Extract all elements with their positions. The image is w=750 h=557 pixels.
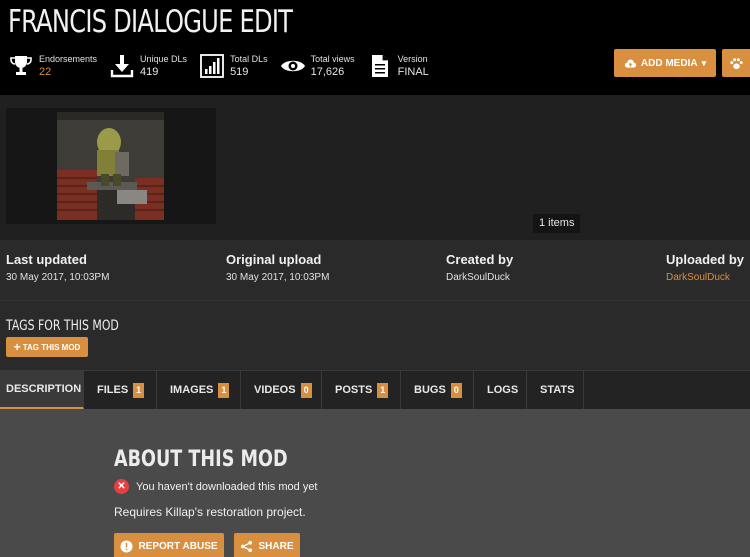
eye-icon: [280, 60, 305, 72]
mod-stats: Endorsements 22 Unique DLs 419 Total DLs…: [8, 51, 441, 81]
paw-menu-button[interactable]: [722, 49, 750, 77]
stat-label: Endorsements: [39, 53, 98, 64]
mod-title: FRANCIS DIALOGUE EDIT: [8, 4, 293, 40]
meta-value: 30 May 2017, 10:03PM: [6, 272, 110, 283]
chevron-down-icon: ▾: [701, 57, 707, 68]
stat-label: Unique DLs: [140, 53, 188, 64]
tab-bugs[interactable]: BUGS 0: [401, 371, 474, 409]
mod-image-thumbnail[interactable]: [57, 112, 164, 220]
paw-icon: [729, 57, 743, 69]
gallery-items-count: 1 items: [533, 214, 581, 233]
tab-count-badge: 0: [300, 382, 312, 398]
tab-videos[interactable]: VIDEOS 0: [241, 371, 322, 409]
uploader-link[interactable]: DarkSoulDuck: [666, 272, 744, 283]
warning-circle-icon: [120, 539, 133, 553]
tab-label: VIDEOS: [254, 384, 296, 396]
mod-meta-info: Last updated 30 May 2017, 10:03PM Origin…: [0, 240, 750, 300]
stat-endorsements: Endorsements 22: [8, 51, 97, 81]
stat-value: 17,626: [310, 65, 345, 78]
share-button[interactable]: SHARE: [234, 533, 300, 557]
tab-count-badge: 1: [133, 382, 145, 398]
stat-label: Version: [397, 53, 428, 64]
description-content: ABOUT THIS MOD ✕ You haven't downloaded …: [0, 409, 750, 557]
tab-count-badge: 1: [218, 382, 230, 398]
tab-label: STATS: [540, 384, 575, 396]
stat-value[interactable]: 22: [39, 65, 97, 79]
tab-logs[interactable]: LOGS: [474, 371, 527, 409]
tab-label: POSTS: [335, 384, 373, 396]
mod-tabs: DESCRIPTION FILES 1 IMAGES 1 VIDEOS 0 PO…: [0, 370, 750, 409]
description-body: Requires Killap's restoration project.: [114, 505, 306, 519]
tab-count-badge: 1: [377, 382, 389, 398]
meta-value: DarkSoulDuck: [446, 272, 510, 283]
meta-label: Last updated: [6, 252, 87, 267]
tab-label: DESCRIPTION: [6, 383, 82, 395]
stat-value: 419: [140, 65, 159, 78]
meta-label: Created by: [446, 252, 514, 267]
cloud-upload-icon: [624, 58, 637, 68]
tab-label: IMAGES: [170, 384, 214, 396]
add-media-button[interactable]: ADD MEDIA ▾: [614, 49, 716, 77]
tab-files[interactable]: FILES 1: [84, 371, 157, 409]
media-gallery: 1 items: [0, 95, 750, 240]
tag-button-label: TAG THIS MOD: [22, 342, 81, 352]
plus-icon: +: [13, 340, 21, 354]
tab-posts[interactable]: POSTS 1: [322, 371, 401, 409]
stat-value: 519: [230, 65, 249, 78]
gallery-thumbnail-frame: [6, 108, 216, 224]
tags-section: TAGS FOR THIS MOD + TAG THIS MOD: [0, 300, 750, 370]
meta-value: 30 May 2017, 10:03PM: [226, 272, 330, 283]
stat-total-views: Total views 17,626: [280, 51, 355, 81]
stat-value: FINAL: [397, 65, 429, 78]
meta-label: Original upload: [226, 252, 322, 267]
tab-label: BUGS: [414, 384, 446, 396]
download-notice: ✕ You haven't downloaded this mod yet: [114, 479, 318, 494]
add-media-label: ADD MEDIA: [640, 57, 698, 69]
tab-stats[interactable]: STATS: [527, 371, 584, 409]
tags-title: TAGS FOR THIS MOD: [6, 318, 119, 334]
document-icon: [371, 55, 388, 77]
share-label: SHARE: [258, 540, 294, 552]
tab-images[interactable]: IMAGES 1: [157, 371, 241, 409]
meta-uploaded-by: Uploaded by DarkSoulDuck: [666, 252, 744, 283]
bar-chart-icon: [200, 54, 224, 78]
about-title: ABOUT THIS MOD: [114, 447, 288, 472]
report-abuse-label: REPORT ABUSE: [138, 540, 218, 552]
tab-label: LOGS: [487, 384, 519, 396]
tab-count-badge: 0: [450, 382, 462, 398]
tab-label: FILES: [97, 384, 129, 396]
tab-description[interactable]: DESCRIPTION: [0, 371, 84, 409]
meta-created-by: Created by DarkSoulDuck: [446, 252, 513, 283]
error-x-icon: ✕: [114, 479, 129, 494]
mod-header: FRANCIS DIALOGUE EDIT Endorsements 22 Un…: [0, 0, 750, 95]
download-icon: [110, 55, 134, 78]
report-abuse-button[interactable]: REPORT ABUSE: [114, 533, 224, 557]
meta-label: Uploaded by: [666, 252, 745, 267]
share-icon: [241, 540, 253, 552]
download-notice-text: You haven't downloaded this mod yet: [136, 480, 318, 493]
stat-version: Version FINAL: [367, 51, 429, 81]
stat-label: Total DLs: [230, 53, 268, 64]
tag-this-mod-button[interactable]: + TAG THIS MOD: [6, 337, 88, 357]
stat-unique-dls: Unique DLs 419: [109, 51, 187, 81]
meta-last-updated: Last updated 30 May 2017, 10:03PM: [6, 252, 109, 283]
stat-total-dls: Total DLs 519: [199, 51, 268, 81]
stat-label: Total views: [310, 53, 355, 64]
game-scene-image: [57, 112, 164, 220]
trophy-icon: [10, 56, 32, 75]
meta-original-upload: Original upload 30 May 2017, 10:03PM: [226, 252, 329, 283]
